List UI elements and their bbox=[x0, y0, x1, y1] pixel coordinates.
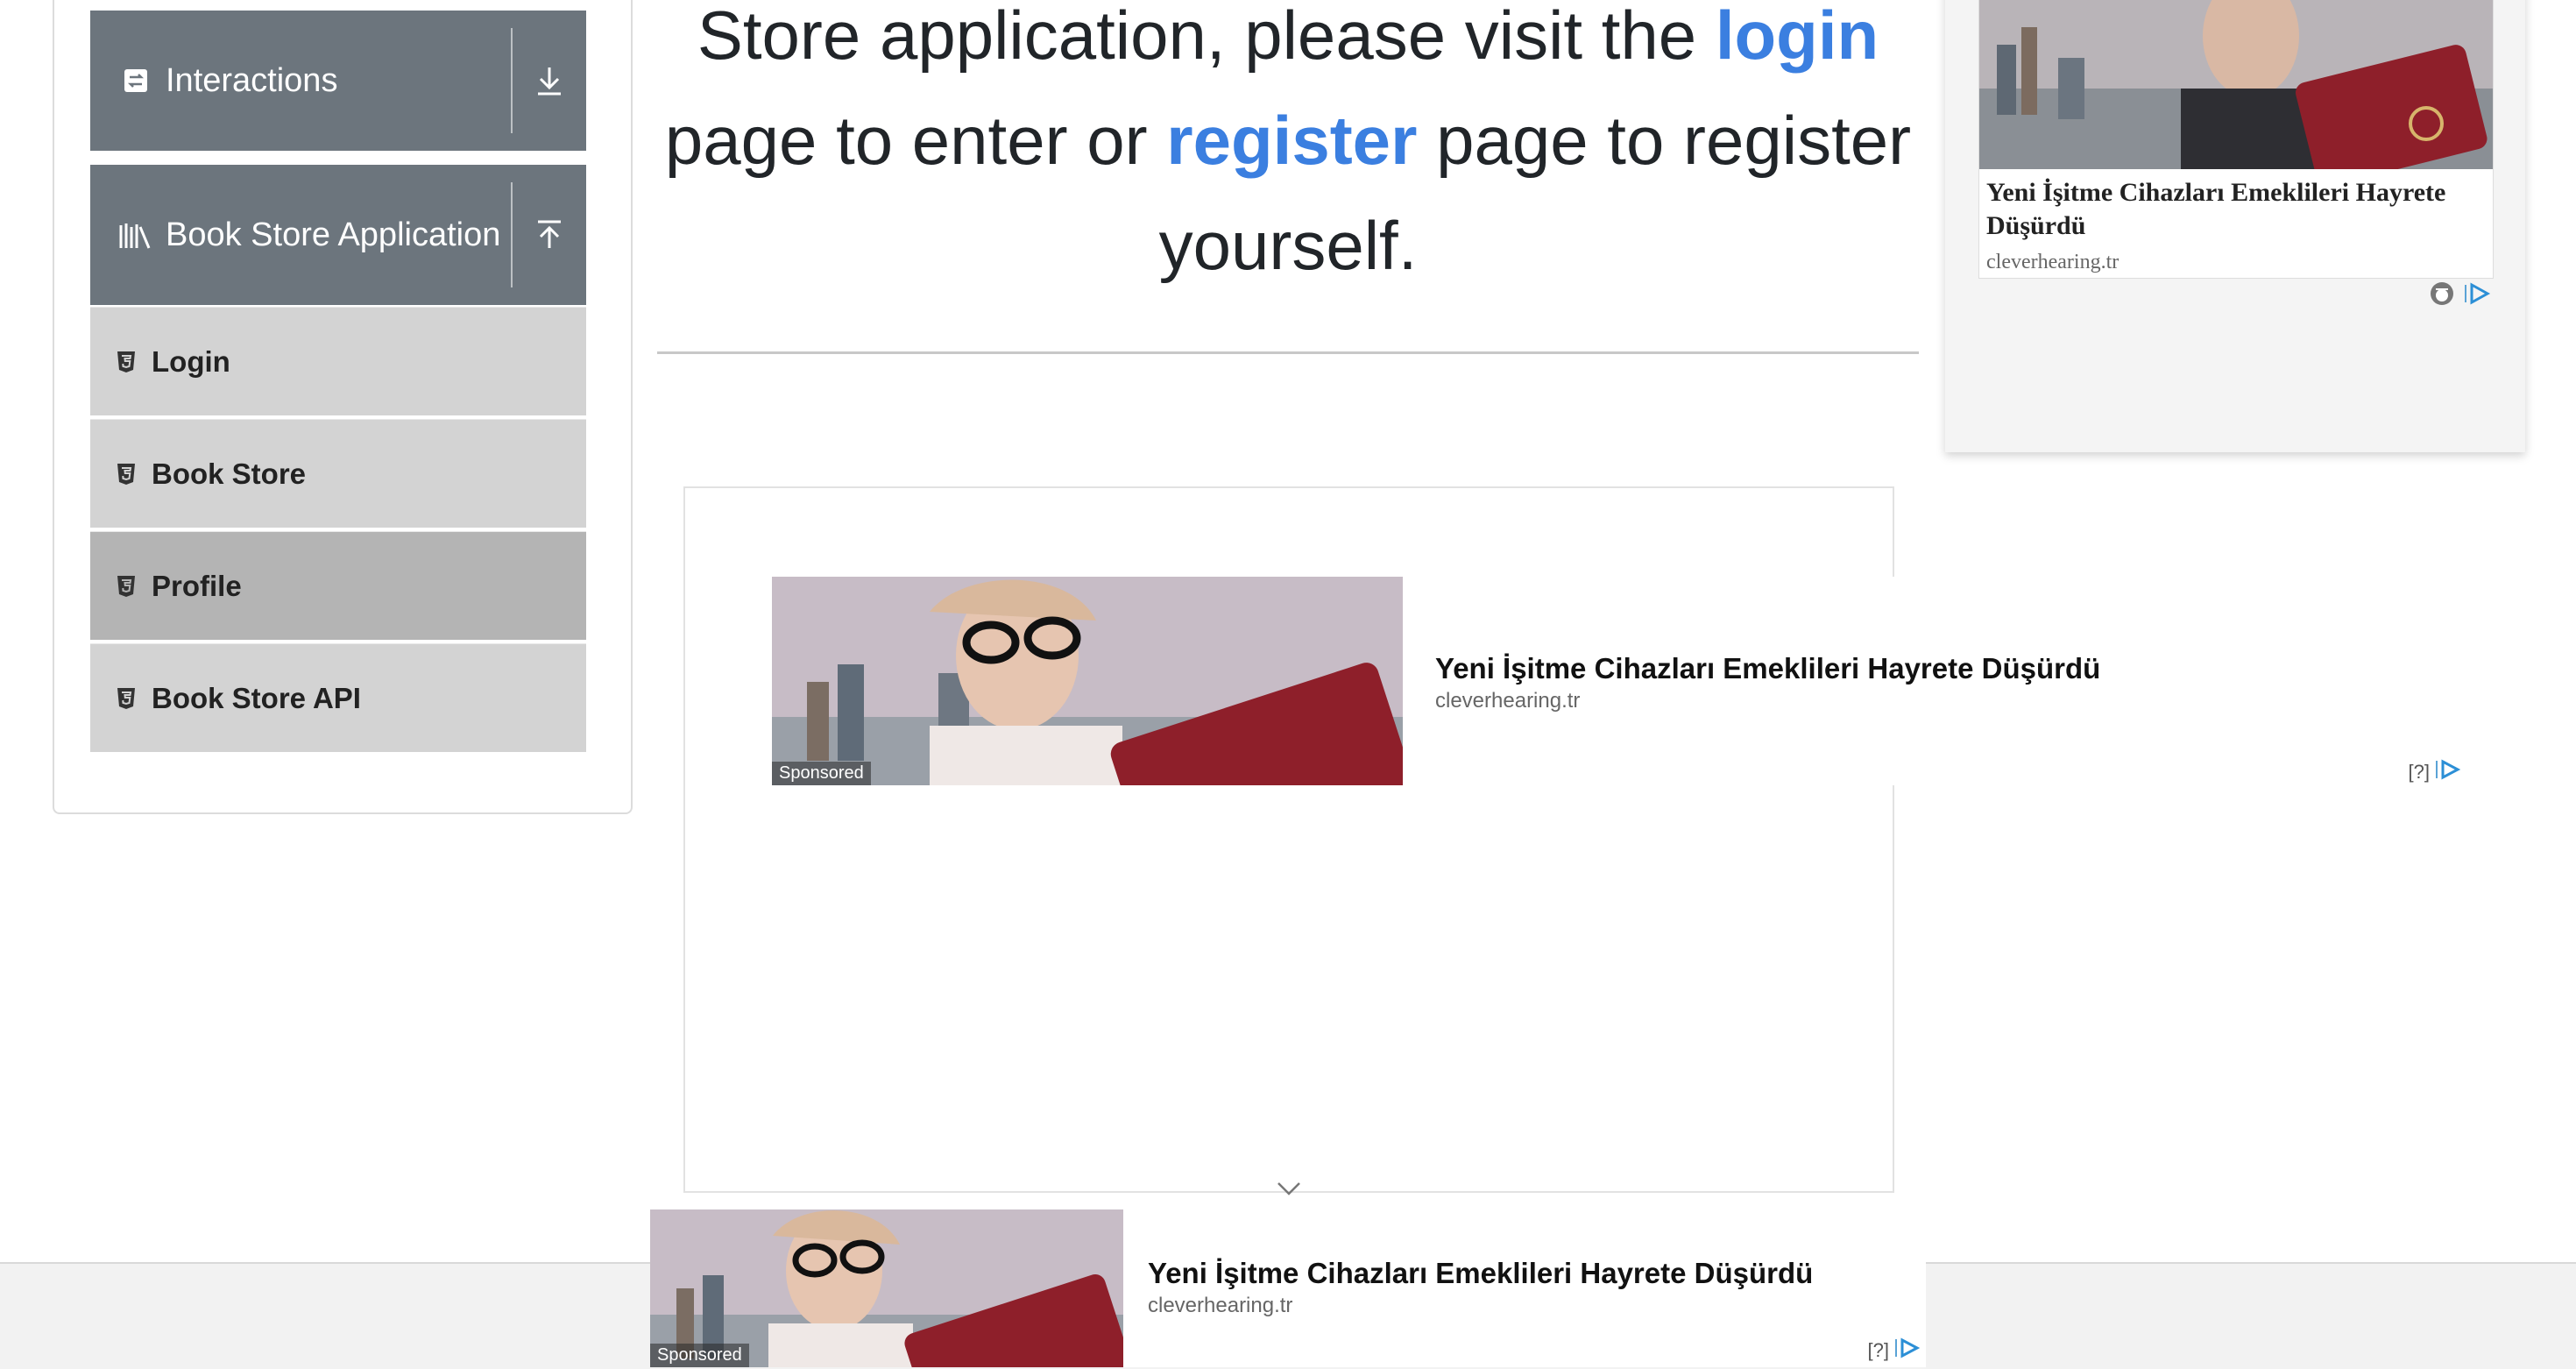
books-icon bbox=[111, 220, 160, 250]
sidebar-item-book-store-api[interactable]: Book Store API bbox=[90, 643, 586, 752]
ad-help-link[interactable]: [?] bbox=[1868, 1339, 1889, 1362]
html5-icon bbox=[117, 687, 139, 710]
ad-content[interactable]: Yeni İşitme Cihazları Emeklileri Hayrete… bbox=[1978, 0, 2494, 279]
sidebar-item-book-store[interactable]: Book Store bbox=[90, 419, 586, 528]
ad-image[interactable]: Sponsored bbox=[772, 577, 1403, 785]
upload-arrow-icon[interactable] bbox=[511, 182, 586, 287]
ad-feedback-icon[interactable] bbox=[2429, 280, 2455, 311]
sponsored-label: Sponsored bbox=[772, 762, 871, 785]
ad-choices[interactable]: [?] bbox=[2409, 759, 2463, 784]
download-arrow-icon[interactable] bbox=[511, 28, 586, 133]
html5-icon bbox=[117, 463, 139, 486]
ad-title[interactable]: Yeni İşitme Cihazları Emeklileri Hayrete… bbox=[1148, 1257, 1813, 1290]
chevron-down-icon[interactable] bbox=[1276, 1180, 1302, 1202]
ad-banner-bottom[interactable]: Sponsored Yeni İşitme Cihazları Emeklile… bbox=[650, 1209, 1926, 1367]
html5-icon bbox=[117, 575, 139, 598]
divider bbox=[657, 351, 1919, 354]
ad-help-link[interactable]: [?] bbox=[2409, 761, 2430, 784]
adchoices-icon[interactable] bbox=[2435, 759, 2463, 784]
adchoices-icon[interactable] bbox=[1894, 1337, 1922, 1363]
sidebar-item-profile[interactable]: Profile bbox=[90, 531, 586, 640]
login-link[interactable]: login bbox=[1716, 0, 1879, 74]
group-header-book-store-application[interactable]: Book Store Application bbox=[90, 165, 586, 305]
interactions-icon bbox=[111, 67, 160, 94]
html5-icon bbox=[117, 351, 139, 373]
ad-title[interactable]: Yeni İşitme Cihazları Emeklileri Hayrete… bbox=[1435, 652, 2100, 685]
ad-domain: cleverhearing.tr bbox=[1148, 1294, 1293, 1317]
group-label: Book Store Application bbox=[166, 216, 501, 253]
ad-choices[interactable]: [?] bbox=[1868, 1337, 1922, 1363]
ad-image[interactable] bbox=[1979, 0, 2493, 169]
ad-banner-middle[interactable]: Sponsored Yeni İşitme Cihazları Emeklile… bbox=[772, 577, 2472, 785]
ad-image[interactable]: Sponsored bbox=[650, 1209, 1123, 1367]
ad-title[interactable]: Yeni İşitme Cihazları Emeklileri Hayrete… bbox=[1986, 176, 2477, 243]
main-instruction-text: Store application, please visit the logi… bbox=[657, 0, 1919, 298]
register-link[interactable]: register bbox=[1166, 102, 1417, 179]
ad-domain: cleverhearing.tr bbox=[1986, 251, 2120, 273]
adchoices-icon[interactable] bbox=[2464, 282, 2492, 309]
ad-choices[interactable] bbox=[2429, 280, 2492, 311]
group-header-interactions[interactable]: Interactions bbox=[90, 11, 586, 151]
sidebar-item-login[interactable]: Login bbox=[90, 307, 586, 415]
sponsored-label: Sponsored bbox=[650, 1344, 749, 1367]
ad-card-right[interactable]: Yeni İşitme Cihazları Emeklileri Hayrete… bbox=[1945, 0, 2525, 452]
ad-domain: cleverhearing.tr bbox=[1435, 689, 1581, 713]
group-label: Interactions bbox=[166, 61, 338, 99]
